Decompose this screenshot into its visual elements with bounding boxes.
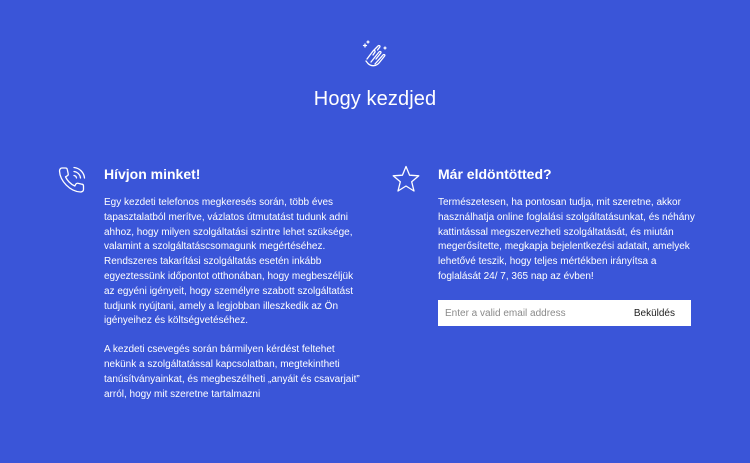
email-input[interactable] [438, 300, 624, 326]
top-icon [359, 38, 391, 70]
page-title: Hogy kezdjed [313, 88, 437, 110]
decided-heading: Már eldöntötted? [438, 166, 552, 182]
decided-body: Már eldöntötted? Természetesen, ha ponto… [438, 164, 696, 285]
call-us-paragraph-1: Egy kezdeti telefonos megkeresés során, … [104, 197, 354, 327]
call-us-heading: Hívjon minket! [104, 166, 201, 182]
call-us-body: Hívjon minket! Egy kezdeti telefonos meg… [104, 164, 362, 402]
submit-button[interactable]: Beküldés [623, 300, 691, 326]
phone-icon [58, 166, 86, 193]
email-signup-form: Beküldés [438, 300, 691, 326]
call-us-paragraph-2: A kezdeti csevegés során bármilyen kérdé… [104, 344, 360, 400]
star-icon-wrap [390, 164, 424, 198]
star-icon [392, 165, 420, 192]
hand-wash-icon [362, 40, 387, 67]
decided-paragraph: Természetesen, ha pontosan tudja, mit sz… [438, 197, 695, 282]
phone-icon-wrap [56, 164, 90, 198]
